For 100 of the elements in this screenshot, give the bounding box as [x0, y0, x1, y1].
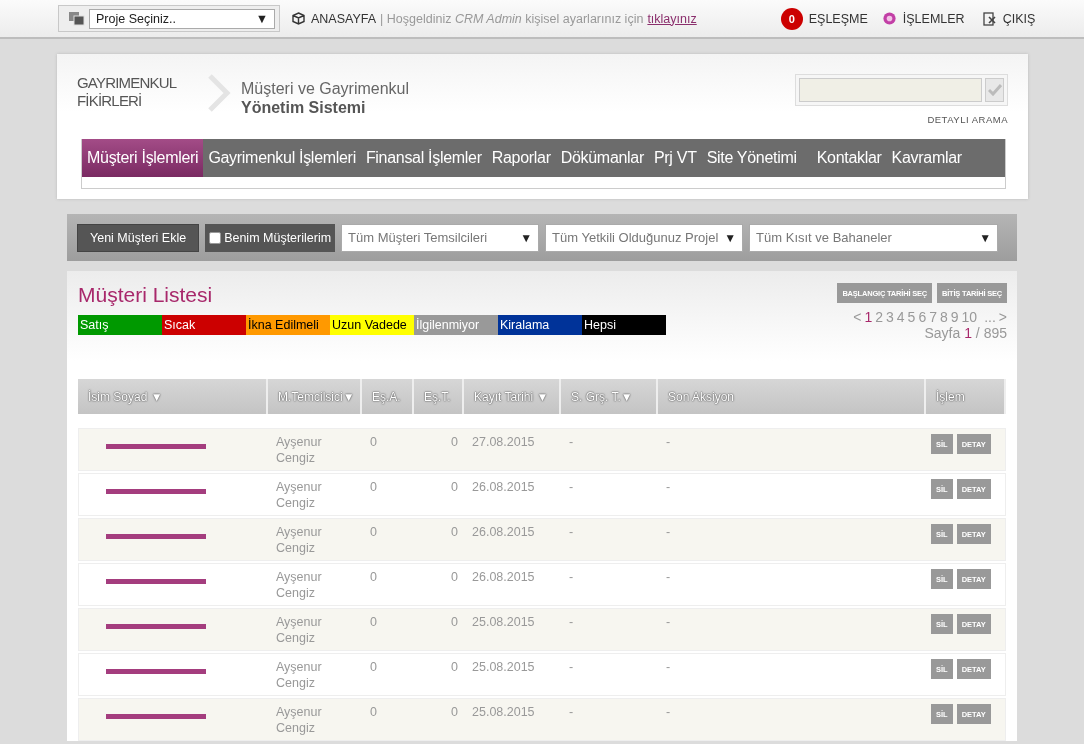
table-cell: -: [666, 525, 671, 539]
windows-icon: [69, 11, 85, 26]
page-label: Sayfa: [924, 325, 961, 341]
match-count-badge: 0: [780, 7, 803, 30]
table-cell: 0: [370, 570, 377, 584]
logout-link[interactable]: ÇIKIŞ: [1002, 11, 1036, 26]
table-cell: 0: [451, 705, 458, 719]
table-cell: 0: [451, 480, 458, 494]
page-link[interactable]: 4: [896, 309, 905, 325]
table-cell: -: [666, 570, 671, 584]
page-link[interactable]: 3: [886, 309, 894, 325]
column-header[interactable]: Son Aksiyon: [658, 379, 926, 414]
exit-icon: [982, 11, 997, 26]
table-cell: Ayşenur Cengiz: [276, 525, 322, 555]
table-cell: 25.08.2015: [472, 660, 535, 674]
subtitle-bold: Yönetim Sistemi: [241, 98, 367, 117]
table-cell: -: [569, 480, 574, 494]
page-link[interactable]: 5: [907, 309, 916, 325]
column-header[interactable]: İşlem: [926, 379, 1006, 414]
search-field[interactable]: [795, 74, 1008, 106]
column-header[interactable]: İsim Soyad ▼: [78, 379, 268, 414]
page-link[interactable]: 1: [864, 309, 873, 325]
next-link[interactable]: >: [998, 309, 1007, 325]
table-cell: 26.08.2015: [472, 525, 535, 539]
table-cell: -: [569, 705, 574, 719]
table-cell: -: [666, 435, 671, 449]
page-link[interactable]: 8: [939, 309, 948, 325]
current-page: 1: [964, 325, 972, 341]
home-link[interactable]: ANASAYFA: [311, 11, 377, 26]
table-cell: 0: [451, 660, 458, 674]
page-link[interactable]: 2: [875, 309, 883, 325]
table-cell: 0: [451, 525, 458, 539]
nav-tab[interactable]: Müşteri İşlemleri: [82, 139, 204, 177]
table-cell: 0: [370, 525, 377, 539]
category-filter[interactable]: Hepsi: [582, 315, 666, 335]
column-header[interactable]: Eş.A.: [362, 379, 414, 414]
table-cell: -: [569, 570, 574, 584]
nav-tab[interactable]: Prj VT: [648, 139, 702, 177]
check-icon: [987, 84, 1002, 96]
table-cell: Ayşenur Cengiz: [276, 705, 322, 735]
category-filter[interactable]: Kiralama: [498, 315, 582, 335]
table-cell: 27.08.2015: [472, 435, 535, 449]
filter-select[interactable]: Tüm Yetkili Olduğunuz Projel ▼: [545, 223, 744, 252]
category-filter[interactable]: Uzun Vadede: [330, 315, 414, 335]
nav-tab[interactable]: Raporlar: [486, 139, 556, 177]
table-cell: Ayşenur Cengiz: [276, 660, 322, 690]
page-link[interactable]: 6: [918, 309, 927, 325]
checkbox[interactable]: [209, 231, 222, 244]
list-title: Müşteri Listesi: [78, 283, 214, 307]
column-header[interactable]: M.Temcilsici▼: [268, 379, 362, 414]
nav-tab[interactable]: Site Yönetimi: [701, 139, 802, 177]
nav-tab[interactable]: Kontaklar: [811, 139, 887, 177]
table-cell: 0: [370, 615, 377, 629]
advanced-search-link[interactable]: DETAYLI ARAMA: [927, 114, 1008, 125]
operations-link[interactable]: İŞLEMLER: [902, 11, 965, 26]
table-cell: 25.08.2015: [472, 615, 535, 629]
table-cell: Ayşenur Cengiz: [276, 570, 322, 600]
table-cell: 0: [451, 615, 458, 629]
table-cell: -: [666, 660, 671, 674]
settings-link[interactable]: tıklayınız: [647, 11, 697, 26]
table-cell: 26.08.2015: [472, 570, 535, 584]
table-cell: 25.08.2015: [472, 705, 535, 719]
page-link[interactable]: 9: [950, 309, 959, 325]
nav-tab[interactable]: Kavramlar: [886, 139, 967, 177]
nav-tab[interactable]: Dökümanlar: [555, 139, 649, 177]
nav-tab[interactable]: Finansal İşlemler: [360, 139, 487, 177]
table-cell: 0: [370, 660, 377, 674]
table-cell: -: [666, 480, 671, 494]
filter-select[interactable]: Tüm Kısıt ve Bahaneler ▼: [749, 223, 999, 252]
welcome-text: | Hoşgeldiniz CRM Admin kişisel ayarlarınız için: [380, 11, 644, 26]
page-link[interactable]: 7: [929, 309, 937, 325]
project-select[interactable]: Proje Seçiniz.. ▼: [89, 8, 275, 29]
column-header[interactable]: Kayıt Tarihi ▼: [464, 379, 561, 414]
check-button[interactable]: [985, 78, 1004, 102]
new-customer-button[interactable]: Yeni Müşteri Ekle: [77, 223, 200, 252]
my-customers-toggle[interactable]: Benim Müşterilerim: [205, 223, 336, 252]
column-header[interactable]: S. Grş. T.▼: [561, 379, 658, 414]
table-cell: -: [569, 525, 574, 539]
nav-tab[interactable]: Gayrimenkul İşlemleri: [203, 139, 361, 177]
page-link[interactable]: 10: [961, 309, 978, 325]
table-cell: 0: [370, 435, 377, 449]
category-filter[interactable]: İkna Edilmeli: [246, 315, 330, 335]
table-cell: 0: [370, 480, 377, 494]
table-cell: Ayşenur Cengiz: [276, 615, 322, 645]
table-cell: -: [666, 705, 671, 719]
column-header[interactable]: Eş.T.: [414, 379, 464, 414]
more-link[interactable]: ...: [984, 309, 996, 325]
table-cell: -: [569, 660, 574, 674]
category-filter[interactable]: İlgilenmiyor: [414, 315, 498, 335]
filter-select[interactable]: Tüm Müşteri Temsilcileri ▼: [341, 223, 540, 252]
category-filter[interactable]: Satış: [78, 315, 162, 335]
table-cell: Ayşenur Cengiz: [276, 435, 322, 465]
prev-link[interactable]: <: [853, 309, 862, 325]
page-total: / 895: [975, 325, 1007, 341]
table-cell: 0: [451, 435, 458, 449]
category-filter[interactable]: Sıcak: [162, 315, 246, 335]
subtitle: Müşteri ve Gayrimenkul: [241, 79, 410, 98]
logo: GAYRIMENKUL FİKİRLERİ: [77, 74, 178, 110]
table-cell: Ayşenur Cengiz: [276, 480, 322, 510]
match-link[interactable]: EŞLEŞME: [808, 11, 868, 26]
